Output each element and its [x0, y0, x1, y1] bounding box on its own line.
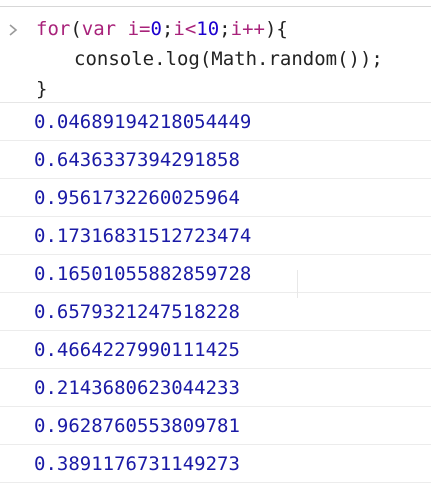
code-line-1: for(var i=0;i<10;i++){: [36, 18, 288, 41]
console-output-value: 0.04689194218054449: [34, 111, 252, 133]
keyword-var: var: [81, 18, 117, 40]
console-output-list: 0.04689194218054449 0.6436337394291858 0.9…: [0, 103, 431, 483]
console-output-row[interactable]: 0.4664227990111425: [0, 331, 431, 369]
semicolon-2: ;: [219, 18, 231, 40]
operator-eq: =: [139, 18, 151, 40]
devtools-console: for(var i=0;i<10;i++){ console.log(Math.…: [0, 6, 431, 491]
code-line-2: console.log(Math.random());: [74, 48, 383, 70]
console-output-row[interactable]: 0.9628760553809781: [0, 407, 431, 445]
console-output-row[interactable]: 0.17316831512723474: [0, 217, 431, 255]
operator-lt: <: [184, 18, 197, 40]
console-output-row[interactable]: 0.04689194218054449: [0, 103, 431, 141]
console-output-value: 0.9561732260025964: [34, 187, 240, 209]
number-ten: 10: [196, 18, 220, 40]
var-i: i: [127, 18, 140, 40]
code-line-3: }: [36, 78, 48, 100]
number-zero: 0: [150, 18, 162, 40]
operator-inc: ++: [242, 18, 265, 40]
paren-close-brace-open: ){: [264, 18, 288, 40]
console-output-row[interactable]: 0.16501055882859728: [0, 255, 431, 293]
console-output-row[interactable]: 0.3891176731149273: [0, 445, 431, 483]
console-output-value: 0.17316831512723474: [34, 225, 252, 247]
console-output-value: 0.4664227990111425: [34, 339, 240, 361]
paren-open: (: [70, 18, 82, 40]
var-i-2: i: [173, 18, 185, 40]
console-input-entry[interactable]: for(var i=0;i<10;i++){ console.log(Math.…: [0, 7, 431, 103]
var-i-3: i: [230, 18, 243, 40]
semicolon-1: ;: [161, 18, 174, 40]
console-output-row[interactable]: 0.9561732260025964: [0, 179, 431, 217]
console-output-value: 0.6436337394291858: [34, 149, 240, 171]
console-output-row[interactable]: 0.6436337394291858: [0, 141, 431, 179]
keyword-for: for: [36, 18, 71, 40]
chevron-right-icon: [9, 24, 18, 36]
text-caret: [297, 270, 298, 298]
console-output-value: 0.3891176731149273: [34, 453, 240, 475]
console-output-value: 0.9628760553809781: [34, 415, 240, 437]
console-output-value: 0.2143680623044233: [34, 377, 240, 399]
console-output-row[interactable]: 0.2143680623044233: [0, 369, 431, 407]
console-output-row[interactable]: 0.6579321247518228: [0, 293, 431, 331]
console-output-value: 0.6579321247518228: [34, 301, 240, 323]
console-output-value: 0.16501055882859728: [34, 263, 252, 285]
